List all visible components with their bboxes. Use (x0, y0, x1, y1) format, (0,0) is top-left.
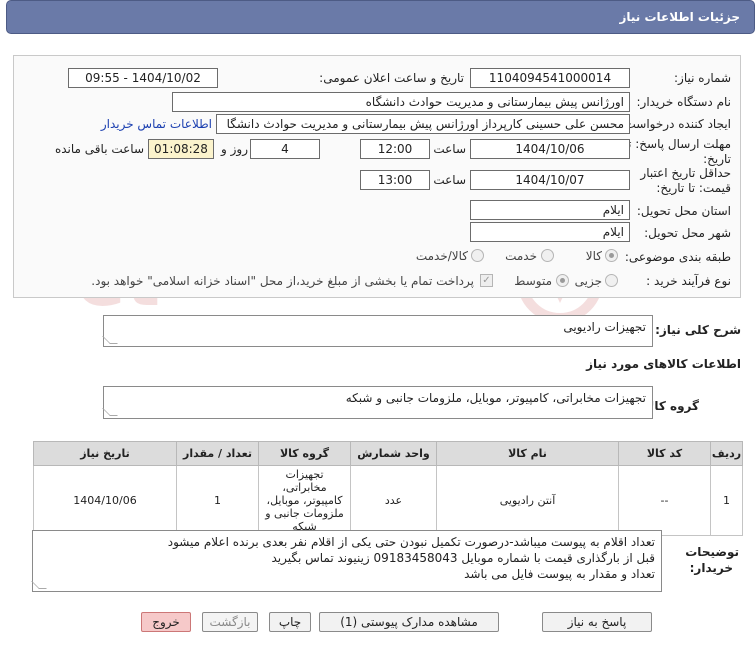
cell-code: -- (618, 465, 711, 536)
goods-group-textarea[interactable]: تجهیزات مخابراتی، کامپیوتر، موبایل، ملزو… (102, 386, 653, 419)
purchase-minor-label: جزیی (574, 274, 602, 288)
deadline-date-label: تاریخ: (703, 152, 731, 166)
reply-button[interactable]: پاسخ به نیاز (542, 612, 652, 632)
items-table: ردیف کد کالا نام کالا واحد شمارش گروه کا… (33, 441, 743, 536)
col-unit: واحد شمارش (350, 441, 437, 466)
purchase-type-label: نوع فرآیند خرید : (646, 274, 731, 288)
creator-field: محسن علی حسینی کارپرداز اورژانس پیش بیما… (216, 114, 630, 134)
deadline-label: مهلت ارسال پاسخ: تا (624, 137, 731, 151)
need-number-field: 1104094541000014 (470, 68, 630, 88)
creator-label: ایجاد کننده درخواست: (620, 117, 731, 131)
notes-line-2: قبل از بارگذاری قیمت با شماره موبایل 091… (271, 551, 655, 565)
city-label: شهر محل تحویل: (644, 226, 731, 240)
payment-note: پرداخت تمام یا بخشی از مبلغ خرید،از محل … (91, 274, 474, 288)
cell-date: 1404/10/06 (33, 465, 177, 536)
purchase-medium-label: متوسط (514, 274, 552, 288)
province-label: استان محل تحویل: (636, 204, 731, 218)
col-date: تاریخ نیاز (33, 441, 177, 466)
page-header: جزئیات اطلاعات نیاز (6, 0, 755, 34)
notes-line-3: تعداد و مقدار به پیوست فایل می باشد (464, 567, 655, 581)
col-qty: تعداد / مقدار (176, 441, 259, 466)
validity-date-label: قیمت: تا تاریخ: (656, 181, 731, 195)
buyer-org-field: اورژانس پیش بیمارستانی و مدیریت حوادث دا… (172, 92, 630, 112)
print-button[interactable]: چاپ (269, 612, 311, 632)
col-name: نام کالا (436, 441, 619, 466)
notes-label: توضیحات (685, 545, 739, 559)
goods-section-title: اطلاعات کالاهای مورد نیاز (586, 357, 741, 371)
validity-label: حداقل تاریخ اعتبار (640, 166, 731, 180)
table-header-row: ردیف کد کالا نام کالا واحد شمارش گروه کا… (33, 441, 743, 466)
province-field: ایلام (470, 200, 630, 220)
col-group: گروه کالا (258, 441, 351, 466)
category-label: طبقه بندی موضوعی: (624, 250, 731, 264)
deadline-time-label: ساعت (433, 142, 466, 156)
page-title: جزئیات اطلاعات نیاز (619, 10, 740, 24)
view-attachments-button[interactable]: مشاهده مدارک پیوستی (1) (319, 612, 499, 632)
cell-group: تجهیزات مخابراتی، کامپیوتر، موبایل، ملزو… (258, 465, 351, 536)
purchase-radio-medium[interactable] (556, 274, 569, 287)
validity-date-field: 1404/10/07 (470, 170, 630, 190)
summary-label: شرح کلی نیاز: (655, 323, 741, 337)
city-field: ایلام (470, 222, 630, 242)
days-label: روز و (221, 142, 248, 156)
cell-row: 1 (710, 465, 743, 536)
deadline-time-field: 12:00 (360, 139, 430, 159)
notes-label-2: خریدار: (689, 561, 733, 575)
category-radio-goods[interactable] (605, 249, 618, 262)
category-radio-both[interactable] (471, 249, 484, 262)
deadline-date-field: 1404/10/06 (470, 139, 630, 159)
announce-date-label: تاریخ و ساعت اعلان عمومی: (319, 71, 464, 85)
category-goods-label: کالا (585, 249, 602, 263)
cell-name: آنتن رادیویی (436, 465, 619, 536)
need-number-label: شماره نیاز: (674, 71, 731, 85)
category-radio-service[interactable] (541, 249, 554, 262)
remaining-label: ساعت باقی مانده (54, 142, 144, 156)
back-button[interactable]: بازگشت (202, 612, 258, 632)
validity-time-field: 13:00 (360, 170, 430, 190)
cell-qty: 1 (176, 465, 259, 536)
validity-time-label: ساعت (433, 173, 466, 187)
notes-line-1: تعداد اقلام به پیوست میباشد-درصورت تکمیل… (167, 535, 655, 549)
purchase-radio-minor[interactable] (605, 274, 618, 287)
col-row: ردیف (710, 441, 743, 466)
buyer-contact-link[interactable]: اطلاعات تماس خریدار (100, 117, 212, 131)
category-service-label: خدمت (505, 249, 537, 263)
exit-button[interactable]: خروج (141, 612, 191, 632)
treasury-checkbox[interactable]: ✓ (480, 274, 493, 287)
table-row[interactable]: 1 -- آنتن رادیویی عدد تجهیزات مخابراتی، … (33, 465, 743, 536)
summary-textarea[interactable]: تجهیزات رادیویی (102, 315, 653, 347)
cell-unit: عدد (350, 465, 437, 536)
notes-textarea[interactable]: تعداد اقلام به پیوست میباشد-درصورت تکمیل… (31, 530, 662, 592)
announce-date-field: 1404/10/02 - 09:55 (68, 68, 218, 88)
remaining-days-field: 4 (250, 139, 320, 159)
category-both-label: کالا/خدمت (415, 249, 468, 263)
remaining-time-field: 01:08:28 (148, 139, 214, 159)
goods-group-text: تجهیزات مخابراتی، کامپیوتر، موبایل، ملزو… (345, 391, 646, 405)
summary-text: تجهیزات رادیویی (563, 320, 646, 334)
col-code: کد کالا (618, 441, 711, 466)
buyer-org-label: نام دستگاه خریدار: (636, 95, 732, 109)
